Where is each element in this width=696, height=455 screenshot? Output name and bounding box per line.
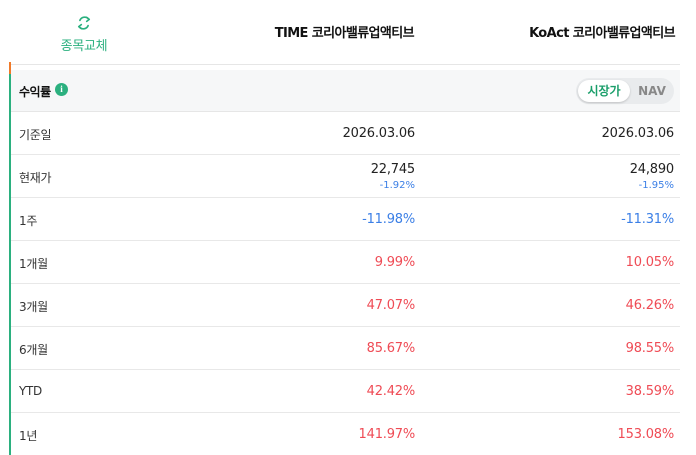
value-koact: 24,890: [629, 162, 674, 177]
table-row-3-month: 3개월 47.07% 46.26%: [11, 284, 680, 327]
table-row-1-month: 1개월 9.99% 10.05%: [11, 241, 680, 284]
column-header-time: TIME 코리아밸류업액티브: [274, 26, 415, 41]
header-divider: [10, 64, 680, 65]
value-time: 141.97%: [358, 427, 416, 442]
column-header-koact: KoAct 코리아밸류업액티브: [529, 26, 676, 41]
change-koact: -1.95%: [638, 180, 674, 191]
value-time: 47.07%: [366, 298, 416, 313]
swap-stocks-label: 종목교체: [60, 39, 108, 54]
returns-section-header: 수익률 i 시장가 NAV: [11, 70, 680, 112]
row-label: 1주: [19, 214, 38, 228]
row-label: 1개월: [19, 257, 48, 271]
row-label: 1년: [19, 429, 38, 443]
row-label: 3개월: [19, 300, 48, 314]
value-koact: 98.55%: [625, 341, 675, 356]
row-label: 기준일: [19, 128, 52, 142]
table-row-1-week: 1주 -11.98% -11.31%: [11, 198, 680, 241]
value-koact: 2026.03.06: [601, 126, 675, 141]
returns-table: 기준일 2026.03.06 2026.03.06 현재가 22,745 -1.…: [11, 112, 680, 455]
value-time: 9.99%: [374, 255, 416, 270]
value-time: 22,745: [370, 162, 415, 177]
info-icon[interactable]: i: [55, 83, 68, 96]
toggle-nav[interactable]: NAV: [632, 80, 672, 102]
value-koact: 10.05%: [625, 255, 675, 270]
value-time: 2026.03.06: [342, 126, 416, 141]
compare-header: 종목교체 TIME 코리아밸류업액티브 KoAct 코리아밸류업액티브: [0, 0, 696, 66]
refresh-icon: [77, 16, 91, 30]
value-koact: 153.08%: [617, 427, 675, 442]
section-title: 수익률: [19, 85, 51, 99]
row-label: YTD: [19, 384, 43, 398]
swap-stocks-button[interactable]: 종목교체: [50, 14, 118, 54]
value-time: 42.42%: [366, 384, 416, 399]
price-basis-toggle: 시장가 NAV: [576, 78, 674, 104]
toggle-market-price[interactable]: 시장가: [578, 80, 630, 102]
value-koact: 46.26%: [625, 298, 675, 313]
value-time: 85.67%: [366, 341, 416, 356]
value-time: -11.98%: [362, 212, 415, 227]
table-row-base-date: 기준일 2026.03.06 2026.03.06: [11, 112, 680, 155]
row-label: 현재가: [19, 171, 52, 185]
table-row-current-price: 현재가 22,745 -1.92% 24,890 -1.95%: [11, 155, 680, 198]
change-time: -1.92%: [379, 180, 415, 191]
value-koact: -11.31%: [621, 212, 674, 227]
returns-section: 수익률 i 시장가 NAV 기준일 2026.03.06 2026.03.06 …: [11, 70, 680, 455]
table-row-6-month: 6개월 85.67% 98.55%: [11, 327, 680, 370]
table-row-1-year: 1년 141.97% 153.08%: [11, 413, 680, 455]
row-label: 6개월: [19, 343, 48, 357]
value-koact: 38.59%: [625, 384, 675, 399]
table-row-ytd: YTD 42.42% 38.59%: [11, 370, 680, 413]
